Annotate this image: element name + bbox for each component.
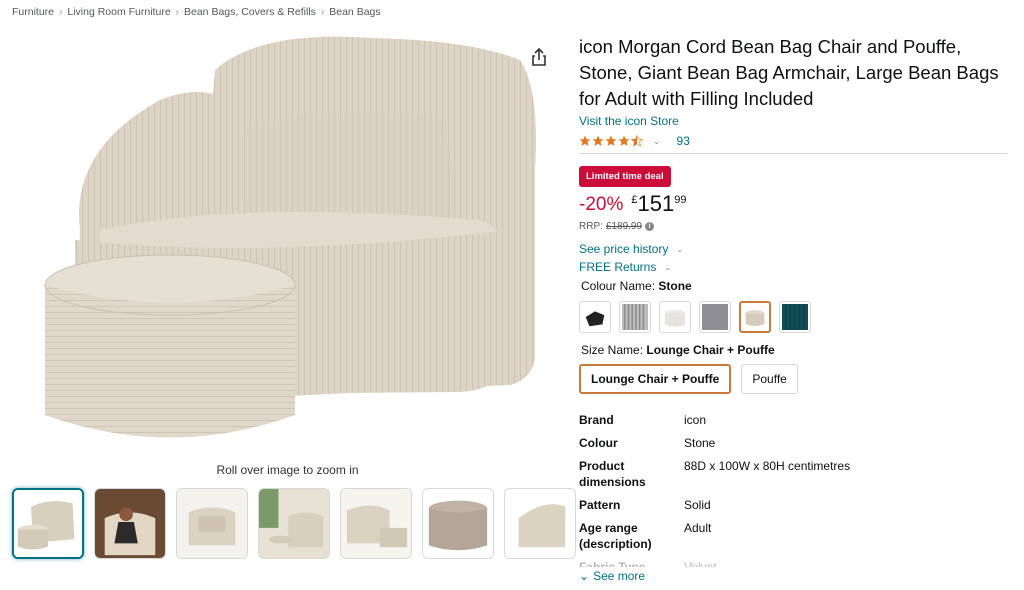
price-history-label: See price history [579,242,669,256]
rrp-value: £189.99 [605,221,643,232]
swatch-grey-stripe[interactable] [619,301,651,333]
thumbnail-lounge-scene[interactable] [258,488,330,559]
swatch-teal[interactable] [779,301,811,333]
breadcrumb-item-furniture[interactable]: Furniture [12,6,54,18]
rating-row: ⌄ 93 [579,133,1007,149]
size-label-text: Size Name: [581,343,644,357]
spec-key: Colour [579,436,618,450]
breadcrumb: Furniture › Living Room Furniture › Bean… [12,6,381,18]
spec-row: Age range (description) Adult [579,520,1007,552]
see-more-label: See more [593,569,646,583]
spec-value: 88D x 100W x 80H centimetres [684,459,851,473]
star-icon [618,135,630,146]
breadcrumb-item-living-room[interactable]: Living Room Furniture [67,6,170,18]
main-product-image[interactable] [40,30,540,458]
spec-row: Colour Stone [579,435,1007,451]
swatch-black[interactable] [579,301,611,333]
spec-key: Product dimensions [579,459,646,489]
product-title: icon Morgan Cord Bean Bag Chair and Pouf… [579,36,999,109]
chevron-down-icon[interactable]: ⌄ [653,136,661,147]
size-option-pouffe[interactable]: Pouffe [741,364,798,394]
spec-value: Solid [684,498,711,512]
breadcrumb-item-bean-bags[interactable]: Bean Bags [329,6,380,18]
thumbnail-chair-front-view[interactable] [176,488,248,559]
spec-table: Brand icon Colour Stone Product dimensio… [579,412,1007,567]
star-icon [592,135,604,146]
discount-percent: -20% [579,194,624,215]
spec-value: Stone [684,436,716,450]
spec-value: Adult [684,521,712,535]
star-icon [579,135,591,146]
spec-row: Pattern Solid [579,497,1007,513]
spec-row: Brand icon [579,412,1007,428]
price-fraction: 99 [674,194,687,206]
spec-row: Product dimensions 88D x 100W x 80H cent… [579,458,1007,490]
size-options: Lounge Chair + Pouffe Pouffe [579,364,1007,394]
spec-key: Pattern [579,498,621,512]
colour-label: Colour Name: Stone [579,279,1007,293]
product-details: icon Morgan Cord Bean Bag Chair and Pouf… [579,34,1007,590]
colour-label-text: Colour Name: [581,279,656,293]
price-row: -20% £ 151 99 [579,191,1007,219]
rrp-label: RRP: [579,221,603,232]
swatch-stone[interactable] [739,301,771,333]
rating-count[interactable]: 93 [677,134,690,148]
rrp-row: RRP: £189.99 i [579,221,1007,232]
chevron-down-icon: ⌄ [676,244,684,254]
free-returns-link[interactable]: FREE Returns ⌄ [579,260,1007,274]
free-returns-label: FREE Returns [579,260,657,274]
breadcrumb-separator: › [320,6,325,18]
star-icon [605,135,617,146]
chevron-down-icon: ⌄ [579,569,590,583]
thumbnail-strip [12,488,576,559]
colour-value: Stone [658,279,692,293]
breadcrumb-separator: › [175,6,179,18]
spec-value: icon [684,413,707,427]
price-history-link[interactable]: See price history ⌄ [579,242,1007,256]
deal-badge: Limited time deal [579,166,671,187]
spec-key: Brand [579,413,614,427]
size-value: Lounge Chair + Pouffe [646,343,775,357]
divider [579,153,1007,154]
thumbnail-woman-sitting-in-chair[interactable] [94,488,166,559]
size-option-lounge-chair-pouffe[interactable]: Lounge Chair + Pouffe [579,364,732,394]
spec-value: Velvet [684,560,717,567]
spec-key: Fabric Type [579,560,646,567]
breadcrumb-item-bean-bags-covers[interactable]: Bean Bags, Covers & Refills [184,6,316,18]
half-star-icon [631,135,643,147]
swatch-slate[interactable] [699,301,731,333]
spec-key: Age range (description) [579,521,652,551]
price-whole: 151 [637,191,675,216]
zoom-hint: Roll over image to zoom in [216,463,359,477]
size-label: Size Name: Lounge Chair + Pouffe [579,343,1007,357]
thumbnail-chair-and-pouffe[interactable] [12,488,84,559]
star-rating[interactable] [579,135,643,147]
share-icon[interactable] [528,46,550,68]
store-link[interactable]: Visit the icon Store [579,114,679,128]
thumbnail-pouffe-closeup[interactable] [422,488,494,559]
spec-row: Fabric Type Velvet [579,559,1007,567]
thumbnail-chair-side-view[interactable] [504,488,576,559]
chevron-down-icon: ⌄ [664,262,672,272]
colour-swatches [579,301,1007,333]
see-more-link[interactable]: ⌄ See more [579,569,1007,583]
thumbnail-chair-and-pouffe-alt[interactable] [340,488,412,559]
info-icon[interactable]: i [645,222,655,231]
swatch-white[interactable] [659,301,691,333]
breadcrumb-separator: › [59,6,63,18]
